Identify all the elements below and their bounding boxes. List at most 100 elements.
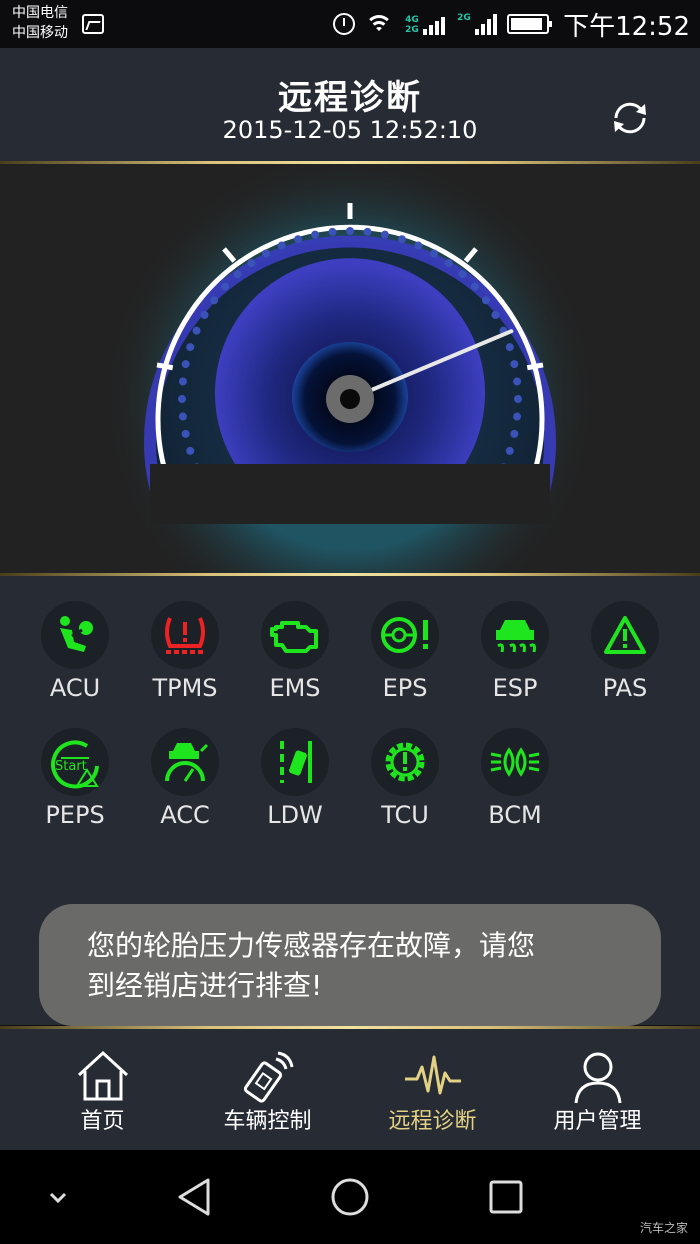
nav-remote-diagnosis[interactable]: 远程诊断 — [345, 1029, 520, 1150]
module-label: LDW — [267, 801, 323, 829]
nav-label: 首页 — [80, 1109, 125, 1134]
gauge-dot — [430, 249, 438, 258]
home-icon — [77, 1050, 128, 1101]
gauge-dot — [513, 377, 522, 386]
alarm-icon — [333, 13, 356, 35]
gauge-dot — [414, 241, 423, 250]
gauge-dot — [505, 343, 514, 352]
gauge-dot — [210, 296, 219, 305]
gauge-dot — [505, 446, 514, 455]
app-header: 远程诊断 2015-12-05 12:52:10 — [0, 48, 700, 161]
network-type-1: 4G — [405, 15, 419, 25]
fault-toast: 您的轮胎压力传感器存在故障，请您 到经销店进行排查! — [39, 904, 661, 1026]
gauge-dot — [247, 259, 256, 268]
module-label: ESP — [492, 674, 538, 702]
gauge-dot — [514, 395, 522, 403]
user-icon — [574, 1052, 621, 1104]
module-ldw[interactable]: LDW — [240, 703, 350, 829]
carrier-1: 中国电信 — [12, 5, 68, 21]
module-bcm[interactable]: BCM — [460, 703, 570, 829]
toast-line-1: 您的轮胎压力传感器存在故障，请您 — [87, 929, 536, 962]
battery-icon — [507, 14, 553, 34]
system-nav-bar: 汽车之家 — [0, 1150, 700, 1244]
lane-departure-icon — [280, 741, 312, 783]
module-label: ACC — [160, 801, 210, 829]
cruise-control-icon — [165, 743, 209, 782]
nav-home[interactable]: 首页 — [15, 1029, 190, 1150]
gauge-dot — [277, 241, 286, 250]
heartbeat-icon — [404, 1055, 461, 1095]
gauge-dot — [328, 227, 337, 236]
module-label: PAS — [602, 674, 648, 702]
gauge-dot — [510, 360, 519, 369]
image-notification-icon — [82, 14, 104, 34]
module-label: PEPS — [45, 801, 105, 829]
module-acc[interactable]: ACC — [130, 703, 240, 829]
gauge-dot — [363, 227, 372, 236]
collapse-icon[interactable] — [49, 1192, 67, 1204]
module-tcu[interactable]: TCU — [350, 703, 460, 829]
page-title: 远程诊断 — [278, 78, 422, 118]
network-type-2: 2G — [405, 25, 419, 35]
lights-icon — [490, 747, 540, 777]
back-button[interactable] — [178, 1178, 210, 1216]
module-esp[interactable]: ESP — [460, 576, 570, 702]
module-acu[interactable]: ACU — [20, 576, 130, 702]
module-label: EPS — [382, 674, 428, 702]
network-type-3: 2G — [457, 13, 471, 23]
toast-line-2: 到经销店进行排查! — [87, 969, 323, 1002]
recents-button[interactable] — [489, 1180, 523, 1214]
gauge-tick — [526, 362, 544, 371]
gauge-dot — [470, 282, 479, 291]
bottom-nav: 首页 车辆控制 远程诊断 用户管理 — [0, 1029, 700, 1150]
module-pas[interactable]: PAS — [570, 576, 680, 702]
diagnosis-datetime: 2015-12-05 12:52:10 — [222, 116, 478, 144]
module-label: TPMS — [152, 674, 218, 702]
gauge-dot — [178, 412, 187, 421]
module-ems[interactable]: EMS — [240, 576, 350, 702]
status-bar: 中国电信 中国移动 4G 2G 2G 下午12:52 — [0, 0, 700, 48]
module-label: BCM — [488, 801, 542, 829]
start-button-icon: Start — [51, 740, 99, 789]
stability-control-icon — [496, 620, 536, 653]
gauge-dot — [510, 429, 519, 438]
clock: 下午12:52 — [563, 11, 690, 42]
gauge-tick — [156, 362, 174, 371]
module-label: EMS — [269, 674, 321, 702]
wifi-icon — [365, 13, 394, 35]
module-tpms[interactable]: TPMS — [130, 576, 240, 702]
nav-label: 用户管理 — [553, 1109, 642, 1134]
diagnosis-gauge — [0, 164, 700, 573]
refresh-button[interactable] — [608, 98, 652, 138]
module-label: TCU — [381, 801, 429, 829]
gauge-dot — [458, 270, 467, 279]
svg-text:Start: Start — [55, 759, 87, 774]
watermark: 汽车之家 — [639, 1221, 688, 1235]
gauge-dot — [192, 326, 201, 335]
gauge-dot — [181, 429, 190, 438]
gauge-dot — [311, 230, 320, 239]
gauge-dot — [178, 377, 187, 386]
module-peps[interactable]: Start PEPS — [20, 703, 130, 829]
signal-icon-2: 2G — [457, 13, 498, 35]
airbag-icon — [60, 616, 93, 652]
nav-vehicle-control[interactable]: 车辆控制 — [180, 1029, 355, 1150]
tire-pressure-icon — [165, 617, 205, 654]
steering-warning-icon — [381, 617, 428, 653]
gauge-dot — [200, 311, 209, 319]
gauge-dot — [233, 270, 242, 279]
gauge-dot — [380, 230, 389, 239]
gauge-dot — [491, 311, 500, 319]
module-eps[interactable]: EPS — [350, 576, 460, 702]
carrier-names: 中国电信 中国移动 — [12, 3, 68, 43]
warning-triangle-icon — [604, 616, 646, 654]
engine-icon — [270, 621, 318, 653]
module-label: ACU — [49, 674, 101, 702]
gauge-dot — [481, 296, 490, 305]
gauge-dot — [186, 446, 195, 455]
gauge-dot — [221, 282, 230, 291]
home-button[interactable] — [331, 1178, 369, 1216]
gauge-dot — [397, 235, 406, 244]
transmission-warning-icon — [385, 742, 425, 782]
nav-user-management[interactable]: 用户管理 — [510, 1029, 685, 1150]
